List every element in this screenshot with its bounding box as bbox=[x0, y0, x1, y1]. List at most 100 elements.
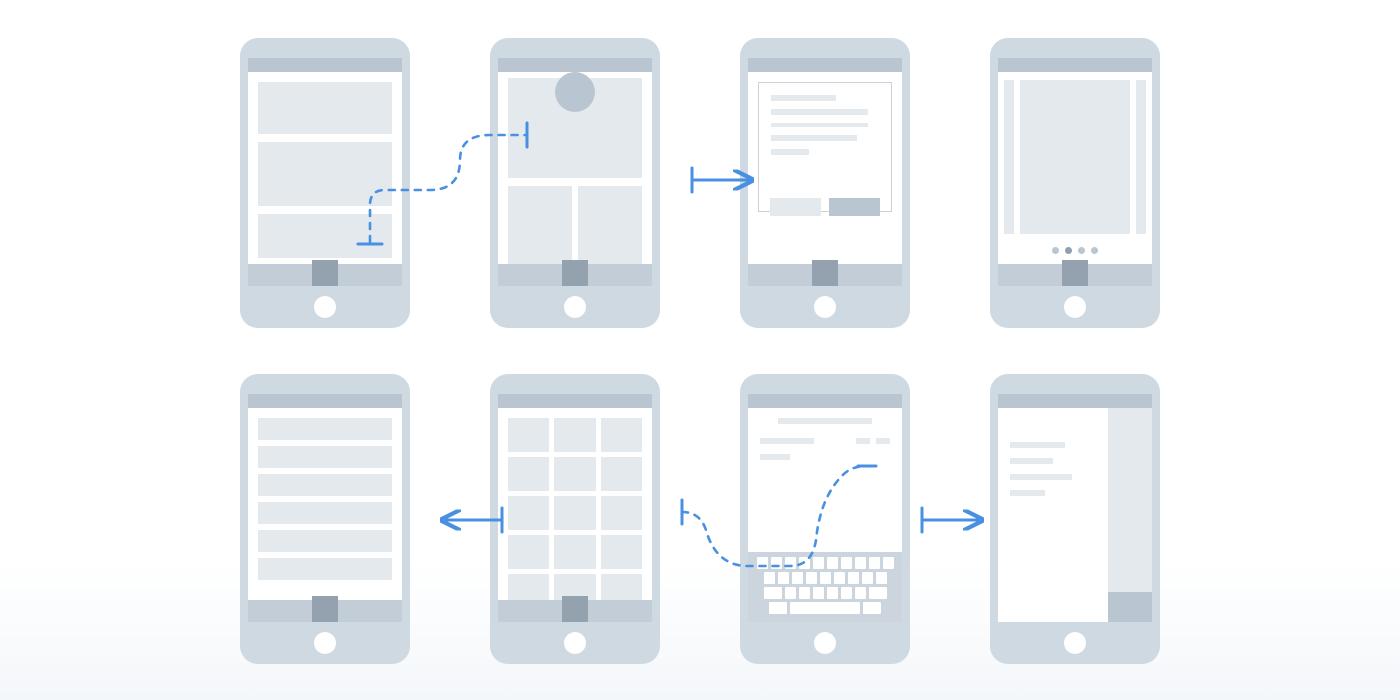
grid-cell bbox=[601, 535, 642, 569]
list-row bbox=[258, 502, 392, 524]
content-drawer bbox=[998, 408, 1152, 622]
row-2 bbox=[0, 374, 1400, 664]
form-card bbox=[758, 82, 892, 212]
avatar-icon bbox=[555, 72, 595, 112]
text-line bbox=[771, 109, 868, 115]
grid-cell bbox=[554, 496, 595, 530]
home-button-icon bbox=[564, 296, 586, 318]
home-button-icon bbox=[314, 632, 336, 654]
button-placeholder bbox=[770, 198, 821, 216]
list-row bbox=[258, 530, 392, 552]
list-row bbox=[258, 446, 392, 468]
screen bbox=[998, 58, 1152, 286]
home-button-icon bbox=[314, 296, 336, 318]
drawer-item bbox=[1010, 474, 1072, 480]
grid-cell bbox=[508, 535, 549, 569]
content-grid bbox=[498, 408, 652, 600]
screen bbox=[248, 394, 402, 622]
content-form-card bbox=[748, 72, 902, 264]
content-carousel bbox=[998, 72, 1152, 264]
two-columns bbox=[508, 186, 642, 264]
drawer-item bbox=[1010, 490, 1045, 496]
drawer-item bbox=[1010, 458, 1053, 464]
wireframe-flow-diagram bbox=[0, 0, 1400, 700]
page-dots bbox=[998, 247, 1152, 254]
status-bar bbox=[998, 394, 1152, 408]
tab-bar bbox=[748, 264, 902, 286]
phone-r1c4 bbox=[990, 38, 1160, 328]
carousel-peek-right bbox=[1136, 80, 1146, 234]
column-block bbox=[508, 186, 572, 264]
dot-icon bbox=[1052, 247, 1059, 254]
underlying-screen bbox=[1108, 408, 1152, 622]
keyboard-icon bbox=[748, 552, 902, 622]
text-line bbox=[771, 149, 809, 155]
screen bbox=[248, 58, 402, 286]
title-line bbox=[778, 418, 872, 424]
phone-r2c4 bbox=[990, 374, 1160, 664]
home-button-icon bbox=[564, 632, 586, 654]
phone-r1c1 bbox=[240, 38, 410, 328]
card-block bbox=[258, 214, 392, 258]
carousel-slide bbox=[1020, 80, 1130, 234]
status-bar bbox=[498, 58, 652, 72]
row-1 bbox=[0, 38, 1400, 328]
status-bar bbox=[748, 394, 902, 408]
drawer-item bbox=[1010, 442, 1065, 448]
grid-cell bbox=[508, 418, 549, 452]
screen bbox=[498, 394, 652, 622]
phone-r2c3 bbox=[740, 374, 910, 664]
screen bbox=[498, 58, 652, 286]
grid-cell bbox=[601, 457, 642, 491]
tab-bar bbox=[498, 264, 652, 286]
grid-cell bbox=[601, 574, 642, 600]
grid-cell bbox=[508, 457, 549, 491]
home-button-icon bbox=[1064, 296, 1086, 318]
dot-icon bbox=[1078, 247, 1085, 254]
dot-active-icon bbox=[1065, 247, 1072, 254]
text-line bbox=[771, 95, 836, 101]
dot-icon bbox=[1091, 247, 1098, 254]
status-bar bbox=[248, 394, 402, 408]
button-placeholder-primary bbox=[829, 198, 880, 216]
content-list bbox=[248, 408, 402, 600]
text-line bbox=[760, 454, 790, 460]
screen bbox=[748, 58, 902, 286]
status-bar bbox=[748, 58, 902, 72]
phone-r2c2 bbox=[490, 374, 660, 664]
grid-cell bbox=[554, 535, 595, 569]
list-row bbox=[258, 418, 392, 440]
grid-cell bbox=[508, 496, 549, 530]
button-row bbox=[770, 198, 880, 216]
grid-cell bbox=[601, 496, 642, 530]
carousel-peek-left bbox=[1004, 80, 1014, 234]
divider-line bbox=[771, 123, 868, 127]
status-bar bbox=[248, 58, 402, 72]
content-profile-hero bbox=[498, 72, 652, 264]
status-bar bbox=[998, 58, 1152, 72]
list-row bbox=[258, 474, 392, 496]
grid-cell bbox=[554, 457, 595, 491]
card-block bbox=[258, 82, 392, 134]
phone-r1c3 bbox=[740, 38, 910, 328]
screen bbox=[998, 394, 1152, 622]
column-block bbox=[578, 186, 642, 264]
screen bbox=[748, 394, 902, 622]
grid-cell bbox=[508, 574, 549, 600]
phone-r1c2 bbox=[490, 38, 660, 328]
tab-bar bbox=[248, 264, 402, 286]
home-button-icon bbox=[1064, 632, 1086, 654]
text-chip bbox=[876, 438, 890, 444]
home-button-icon bbox=[814, 632, 836, 654]
phone-r2c1 bbox=[240, 374, 410, 664]
list-row bbox=[258, 558, 392, 580]
card-block bbox=[258, 142, 392, 206]
tab-bar bbox=[248, 600, 402, 622]
content-compose bbox=[748, 408, 902, 622]
tab-bar bbox=[998, 264, 1152, 286]
text-line bbox=[760, 438, 814, 444]
grid-cell bbox=[601, 418, 642, 452]
text-chip bbox=[856, 438, 870, 444]
content-stacked-cards bbox=[248, 72, 402, 264]
side-drawer bbox=[998, 408, 1100, 622]
